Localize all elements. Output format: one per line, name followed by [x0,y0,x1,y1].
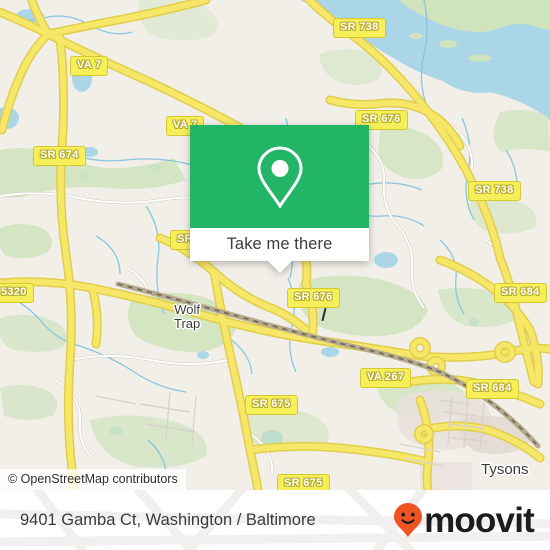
road-shield: VA 7 [70,56,109,76]
road-shield: 5320 [0,283,34,303]
road-shield: SR 684 [494,283,547,303]
footer-bar: 9401 Gamba Ct, Washington / Baltimore mo… [0,490,550,550]
road-shield: SR 675 [277,474,330,490]
map-pin-icon [256,145,303,209]
popup-tail [267,261,292,273]
road-shield: SR 674 [33,146,86,166]
road-shield: SR 675 [245,395,298,415]
moovit-smiley-pin-icon [394,503,423,537]
popup-header [190,125,369,228]
map-canvas[interactable]: SR 738 VA 7 SR 676 VA 7 SR 674 SR 738 SR… [0,0,550,490]
road-shield: SR 676 [287,288,340,308]
moovit-wordmark: moovit [424,500,535,540]
place-label-wolf-trap: Wolf Trap [174,302,201,331]
address-label: 9401 Gamba Ct, Washington / Baltimore [20,510,316,529]
map-screenshot: SR 738 VA 7 SR 676 VA 7 SR 674 SR 738 SR… [0,0,550,550]
road-shield: SR 738 [468,181,521,201]
road-shield: VA 267 [360,368,412,388]
take-me-there-label: Take me there [226,235,333,253]
destination-popup[interactable]: Take me there [190,125,369,273]
popup-action-bar[interactable]: Take me there [190,228,369,261]
osm-attribution[interactable]: © OpenStreetMap contributors [0,469,186,490]
moovit-logo[interactable]: moovit [393,490,535,550]
place-label-tysons: Tysons [481,461,529,478]
road-shield: SR 684 [466,379,519,399]
road-shield: SR 738 [333,18,386,38]
